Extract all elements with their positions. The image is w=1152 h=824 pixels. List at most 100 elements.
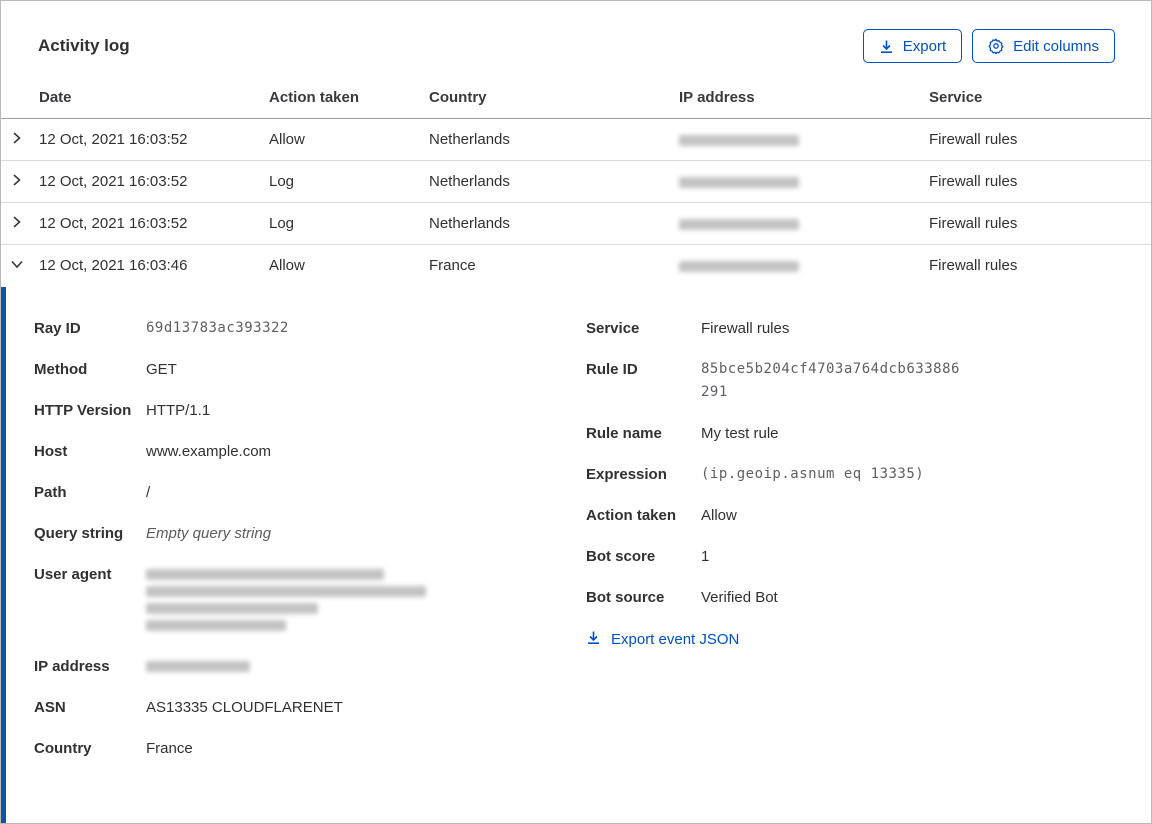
field-value-redacted	[146, 563, 426, 637]
export-event-json-link[interactable]: Export event JSON	[586, 630, 739, 649]
activity-log-table: Date Action taken Country IP address Ser…	[1, 85, 1151, 287]
field-label: Rule ID	[586, 360, 638, 378]
cell-country: Netherlands	[429, 118, 679, 161]
field-value-redacted	[146, 655, 250, 678]
field-label: Ray ID	[34, 319, 81, 337]
cell-service: Firewall rules	[929, 160, 1151, 203]
field-value: Empty query string	[146, 524, 272, 542]
gear-icon	[988, 38, 1004, 54]
field-value: HTTP/1.1	[146, 401, 211, 419]
field-value: /	[146, 483, 151, 501]
toolbar-actions: Export Edit columns	[862, 29, 1115, 63]
field-value: 85bce5b204cf4703a764dcb633886291	[701, 360, 960, 400]
field-label: Expression	[586, 465, 667, 483]
download-icon	[586, 630, 601, 649]
cell-ip-address-redacted	[679, 202, 929, 245]
detail-left-field: User agent	[34, 563, 586, 637]
download-icon	[879, 39, 894, 54]
column-header-country: Country	[429, 85, 679, 119]
detail-right-column: Service Firewall rules Rule ID 85bce5b204cf…	[586, 317, 1121, 824]
cell-ip-address-redacted	[679, 245, 929, 287]
detail-right-field: Action taken Allow	[586, 504, 1121, 527]
field-label: Host	[34, 442, 68, 460]
row-expander-right-icon[interactable]	[1, 118, 39, 161]
detail-left-field: ASN AS13335 CLOUDFLARENET	[34, 696, 586, 719]
field-label: HTTP Version	[34, 401, 132, 419]
field-label: Query string	[34, 524, 124, 542]
cell-action-taken: Allow	[269, 118, 429, 161]
cell-date: 12 Oct, 2021 16:03:52	[39, 118, 269, 161]
detail-right-field: Bot source Verified Bot	[586, 586, 1121, 609]
row-expander-right-icon[interactable]	[1, 202, 39, 245]
cell-country: Netherlands	[429, 160, 679, 203]
cell-service: Firewall rules	[929, 202, 1151, 245]
detail-left-field: Host www.example.com	[34, 440, 586, 463]
field-value: AS13335 CLOUDFLARENET	[146, 698, 343, 716]
activity-log-row[interactable]: 12 Oct, 2021 16:03:52 Log Netherlands Firew…	[1, 202, 1151, 245]
detail-right-field: Rule ID 85bce5b204cf4703a764dcb633886291	[586, 358, 1121, 404]
export-event-json-label: Export event JSON	[611, 630, 740, 648]
field-label: Action taken	[586, 506, 677, 524]
detail-left-field: Country France	[34, 737, 586, 760]
export-button[interactable]: Export	[862, 29, 963, 63]
field-value: 69d13783ac393322	[146, 319, 289, 336]
detail-right-field: Expression (ip.geoip.asnum eq 13335)	[586, 463, 1121, 486]
header-spacer	[1, 85, 39, 119]
field-label: Country	[34, 739, 92, 757]
detail-right-field: Rule name My test rule	[586, 422, 1121, 445]
activity-log-row[interactable]: 12 Oct, 2021 16:03:46 Allow France Firewall…	[1, 245, 1151, 287]
field-value: Allow	[701, 506, 737, 524]
export-button-label: Export	[902, 37, 947, 55]
column-header-date: Date	[39, 85, 269, 119]
column-header-ip-address: IP address	[679, 85, 929, 119]
cell-country: France	[429, 257, 476, 275]
cell-ip-address-redacted	[679, 118, 929, 161]
cell-service: Firewall rules	[929, 257, 1018, 275]
detail-left-field: Path /	[34, 481, 586, 504]
cell-country: Netherlands	[429, 202, 679, 245]
cell-date: 12 Oct, 2021 16:03:52	[39, 160, 269, 203]
topbar: Activity log Export Edit columns	[1, 1, 1151, 85]
field-value: GET	[146, 360, 177, 378]
detail-left-field: IP address	[34, 655, 586, 678]
field-value: 1	[701, 547, 710, 565]
field-label: ASN	[34, 698, 66, 716]
activity-log-row[interactable]: 12 Oct, 2021 16:03:52 Log Netherlands Firew…	[1, 160, 1151, 203]
cell-service: Firewall rules	[929, 118, 1151, 161]
field-value: France	[146, 739, 193, 757]
field-value: (ip.geoip.asnum eq 13335)	[701, 465, 925, 482]
field-label: Service	[586, 319, 640, 337]
row-expander-right-icon[interactable]	[1, 160, 39, 203]
field-value: My test rule	[701, 424, 779, 442]
column-header-service: Service	[929, 85, 1151, 119]
detail-left-field: Method GET	[34, 358, 586, 381]
cell-action-taken: Log	[269, 160, 429, 203]
field-label: User agent	[34, 565, 112, 583]
column-header-action-taken: Action taken	[269, 85, 429, 119]
edit-columns-button[interactable]: Edit columns	[972, 29, 1115, 63]
detail-right-field: Service Firewall rules	[586, 317, 1121, 340]
field-label: Method	[34, 360, 88, 378]
field-label: Rule name	[586, 424, 662, 442]
cell-date: 12 Oct, 2021 16:03:52	[39, 202, 269, 245]
detail-left-field: HTTP Version HTTP/1.1	[34, 399, 586, 422]
field-value: www.example.com	[146, 442, 272, 460]
field-value: Verified Bot	[701, 588, 778, 606]
field-label: IP address	[34, 657, 110, 675]
field-label: Bot score	[586, 547, 656, 565]
detail-left-field: Query string Empty query string	[34, 522, 586, 545]
activity-log-card: Activity log Export Edit columns Date Ac…	[0, 0, 1152, 824]
cell-action-taken: Allow	[269, 257, 305, 275]
activity-log-row[interactable]: 12 Oct, 2021 16:03:52 Allow Netherlands Fir…	[1, 118, 1151, 161]
detail-left-column: Ray ID 69d13783ac393322 Method GET HTTP Vers…	[34, 317, 586, 824]
page-title: Activity log	[38, 36, 130, 55]
table-header-row: Date Action taken Country IP address Ser…	[1, 85, 1151, 119]
edit-columns-button-label: Edit columns	[1013, 37, 1099, 55]
row-expander-down-icon[interactable]	[1, 245, 39, 287]
cell-ip-address-redacted	[679, 160, 929, 203]
field-label: Bot source	[586, 588, 665, 606]
detail-left-field: Ray ID 69d13783ac393322	[34, 317, 586, 340]
cell-date: 12 Oct, 2021 16:03:46	[39, 257, 188, 275]
field-value: Firewall rules	[701, 319, 790, 337]
field-label: Path	[34, 483, 67, 501]
